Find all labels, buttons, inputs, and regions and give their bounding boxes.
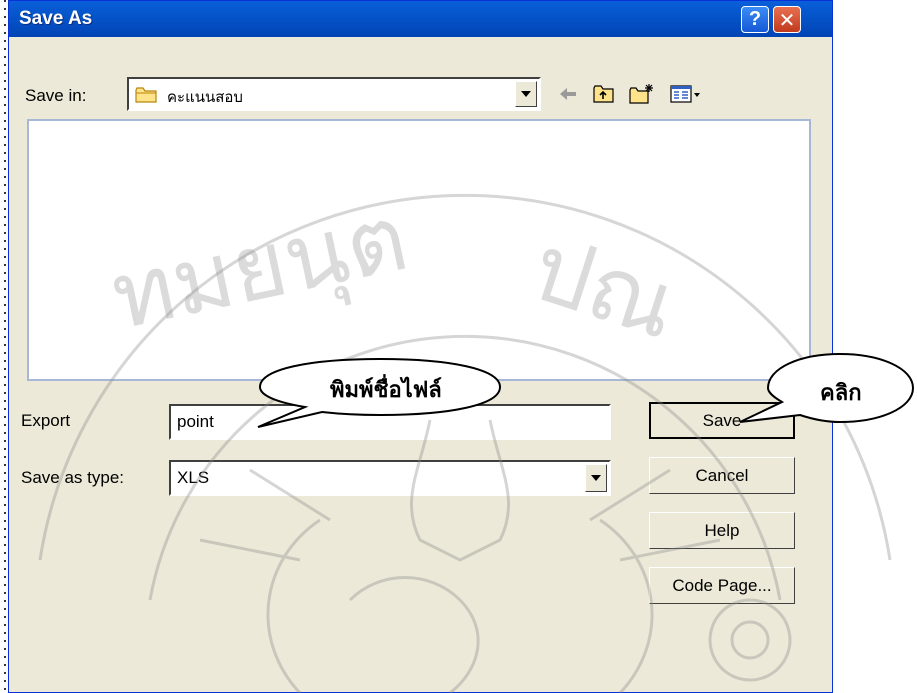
folder-icon <box>135 87 157 103</box>
save-as-dialog: Save As ? ✕ Save in: คะแนนสอบ Export poi… <box>8 0 833 693</box>
save-as-type-label: Save as type: <box>21 468 125 487</box>
chevron-down-icon <box>521 91 531 97</box>
callout-click-text: คลิก <box>820 381 862 406</box>
up-folder-icon[interactable] <box>591 82 617 106</box>
cancel-button[interactable]: Cancel <box>649 457 795 494</box>
dialog-title: Save As <box>19 8 93 29</box>
title-close-button[interactable]: ✕ <box>773 6 801 33</box>
file-list[interactable] <box>27 119 811 381</box>
callout-type-filename-text: พิมพ์ชื่อไฟล์ <box>330 378 442 403</box>
title-help-button[interactable]: ? <box>741 6 769 33</box>
help-icon: ? <box>748 8 762 30</box>
save-in-combo[interactable]: คะแนนสอบ <box>127 77 541 111</box>
new-folder-icon[interactable] <box>629 82 655 106</box>
save-as-type-select[interactable]: XLS <box>169 460 611 496</box>
view-menu-icon[interactable] <box>669 82 703 106</box>
back-arrow-icon[interactable] <box>555 82 581 106</box>
chevron-down-icon <box>591 475 601 481</box>
save-as-type-value: XLS <box>177 468 210 487</box>
save-in-dropdown-button[interactable] <box>515 81 537 107</box>
title-bar: Save As ? ✕ <box>9 1 832 37</box>
export-label: Export <box>21 411 71 430</box>
code-page-button[interactable]: Code Page... <box>649 567 795 604</box>
save-in-value: คะแนนสอบ <box>167 88 243 106</box>
save-as-type-dropdown-button[interactable] <box>585 464 607 492</box>
save-in-label: Save in: <box>25 86 87 105</box>
page-edge-dots <box>4 0 6 693</box>
close-icon: ✕ <box>778 7 796 32</box>
help-button[interactable]: Help <box>649 512 795 549</box>
